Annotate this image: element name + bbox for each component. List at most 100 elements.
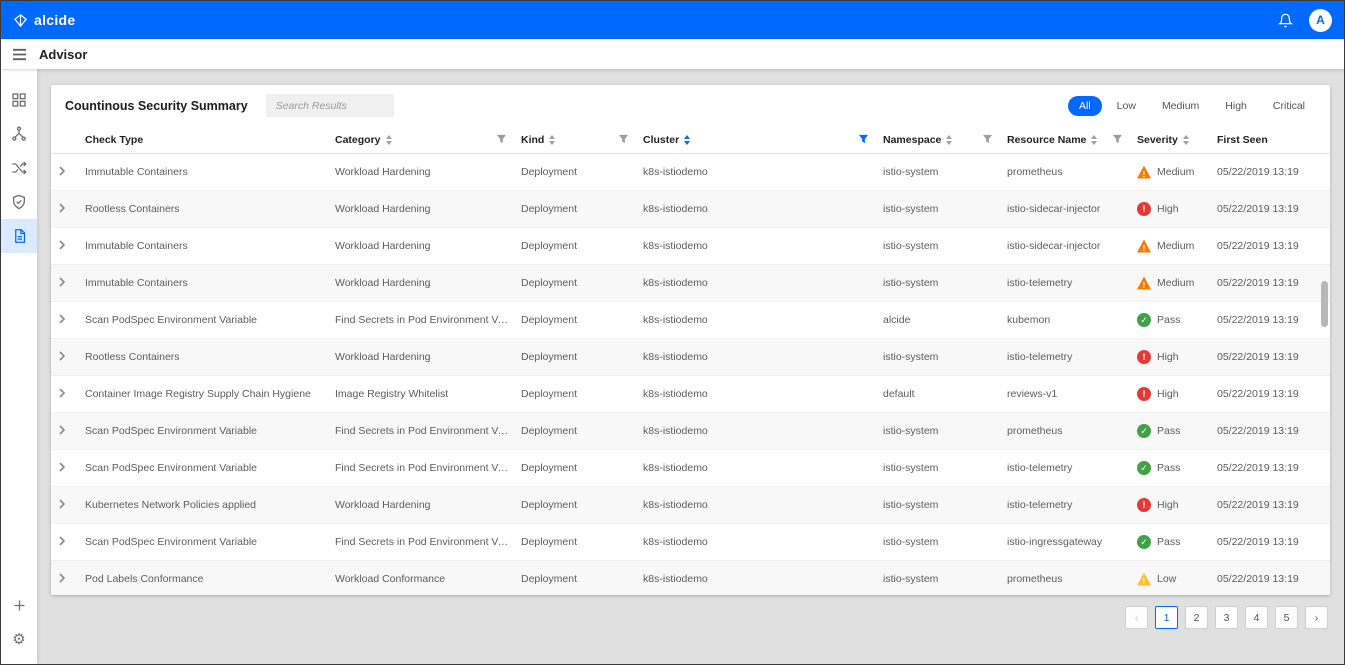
cell-kind: Deployment: [521, 388, 578, 400]
cell-severity: ✓ Pass: [1137, 313, 1217, 327]
security-summary-card: Countinous Security Summary AllLowMedium…: [51, 85, 1330, 595]
pagination-next-button[interactable]: ›: [1305, 606, 1328, 629]
table-row[interactable]: Pod Labels Conformance Workload Conforman…: [51, 561, 1330, 595]
cell-first-seen: 05/22/2019 13:19: [1217, 314, 1299, 326]
row-expander[interactable]: [51, 498, 85, 512]
pagination-page-1[interactable]: 1: [1155, 606, 1178, 629]
severity-label: Medium: [1157, 166, 1195, 178]
pagination: ‹ 1 2 3 4 5 ›: [51, 595, 1330, 629]
table-row[interactable]: Immutable Containers Workload Hardening De…: [51, 265, 1330, 302]
column-header-category[interactable]: Category: [335, 126, 521, 153]
sidebar-add-button[interactable]: [1, 588, 37, 622]
sidebar-item-policy[interactable]: [1, 185, 37, 219]
pagination-page-5[interactable]: 5: [1275, 606, 1298, 629]
sort-icon[interactable]: [549, 134, 556, 145]
column-header-cluster[interactable]: Cluster: [643, 126, 883, 153]
row-expander[interactable]: [51, 387, 85, 401]
cell-category: Find Secrets in Pod Environment Variable…: [335, 462, 521, 474]
sort-icon[interactable]: [1091, 134, 1098, 145]
table-row[interactable]: Rootless Containers Workload Hardening Dep…: [51, 339, 1330, 376]
table-row[interactable]: Scan PodSpec Environment Variable Find Se…: [51, 302, 1330, 339]
pagination-page-3[interactable]: 3: [1215, 606, 1238, 629]
cell-kind: Deployment: [521, 314, 578, 326]
card-header: Countinous Security Summary AllLowMedium…: [51, 85, 1330, 126]
hamburger-menu-icon[interactable]: [1, 48, 37, 61]
table-row[interactable]: Scan PodSpec Environment Variable Find Se…: [51, 450, 1330, 487]
cell-cluster: k8s-istiodemo: [643, 314, 708, 326]
filter-funnel-icon[interactable]: [858, 134, 869, 145]
sidebar-item-network[interactable]: [1, 117, 37, 151]
sidebar-item-flows[interactable]: [1, 151, 37, 185]
table-row[interactable]: Immutable Containers Workload Hardening De…: [51, 154, 1330, 191]
sort-icon[interactable]: [946, 134, 953, 145]
table-row[interactable]: Rootless Containers Workload Hardening Dep…: [51, 191, 1330, 228]
filter-funnel-icon[interactable]: [618, 134, 629, 145]
severity-medium-icon: !: [1137, 239, 1151, 253]
row-expander[interactable]: [51, 313, 85, 327]
cell-resource-name: istio-sidecar-injector: [1007, 203, 1101, 215]
row-expander[interactable]: [51, 202, 85, 216]
row-expander[interactable]: [51, 424, 85, 438]
filter-funnel-icon[interactable]: [982, 134, 993, 145]
sidebar-item-advisor[interactable]: [1, 219, 37, 253]
sort-icon[interactable]: [385, 134, 392, 145]
filter-pill-low[interactable]: Low: [1106, 96, 1147, 116]
row-expander[interactable]: [51, 350, 85, 364]
sidebar-item-dashboard[interactable]: [1, 83, 37, 117]
row-expander[interactable]: [51, 239, 85, 253]
cell-namespace: istio-system: [883, 536, 939, 548]
cell-check-type: Immutable Containers: [85, 240, 188, 252]
column-header-severity[interactable]: Severity: [1137, 126, 1217, 153]
filter-pill-high[interactable]: High: [1214, 96, 1258, 116]
cell-cluster: k8s-istiodemo: [643, 277, 708, 289]
cell-namespace: istio-system: [883, 573, 939, 585]
main-content: Countinous Security Summary AllLowMedium…: [37, 69, 1344, 664]
cell-severity: ! Low: [1137, 572, 1217, 586]
column-header-check-type[interactable]: Check Type: [85, 126, 335, 153]
brand[interactable]: alcide: [13, 12, 76, 28]
pagination-page-2[interactable]: 2: [1185, 606, 1208, 629]
table-row[interactable]: Scan PodSpec Environment Variable Find Se…: [51, 524, 1330, 561]
bell-icon[interactable]: [1278, 13, 1293, 28]
row-expander[interactable]: [51, 461, 85, 475]
sort-icon[interactable]: [684, 134, 691, 145]
search-input[interactable]: [265, 94, 394, 117]
column-header-namespace[interactable]: Namespace: [883, 126, 1007, 153]
row-expander[interactable]: [51, 276, 85, 290]
filter-pill-medium[interactable]: Medium: [1151, 96, 1210, 116]
row-expander[interactable]: [51, 165, 85, 179]
table-row[interactable]: Scan PodSpec Environment Variable Find Se…: [51, 413, 1330, 450]
cell-kind: Deployment: [521, 462, 578, 474]
table-row[interactable]: Kubernetes Network Policies applied Workl…: [51, 487, 1330, 524]
cell-severity: ! Medium: [1137, 276, 1217, 290]
pagination-prev-button[interactable]: ‹: [1125, 606, 1148, 629]
chevron-right-icon: [57, 498, 67, 512]
filter-pill-critical[interactable]: Critical: [1262, 96, 1316, 116]
cell-first-seen: 05/22/2019 13:19: [1217, 573, 1299, 585]
severity-label: Medium: [1157, 277, 1195, 289]
pagination-page-4[interactable]: 4: [1245, 606, 1268, 629]
sort-icon[interactable]: [1182, 134, 1189, 145]
table-row[interactable]: Container Image Registry Supply Chain Hy…: [51, 376, 1330, 413]
column-header-kind[interactable]: Kind: [521, 126, 643, 153]
filter-pill-all[interactable]: All: [1068, 95, 1102, 116]
filter-funnel-icon[interactable]: [1112, 134, 1123, 145]
cell-category: Workload Hardening: [335, 240, 431, 252]
cell-severity: ! High: [1137, 350, 1217, 364]
filter-funnel-icon[interactable]: [496, 134, 507, 145]
cell-namespace: istio-system: [883, 277, 939, 289]
cell-check-type: Scan PodSpec Environment Variable: [85, 462, 257, 474]
cell-namespace: alcide: [883, 314, 911, 326]
table-scrollbar-thumb[interactable]: [1321, 281, 1328, 327]
table-row[interactable]: Immutable Containers Workload Hardening De…: [51, 228, 1330, 265]
column-header-resource-name[interactable]: Resource Name: [1007, 126, 1137, 153]
sidebar-settings-button[interactable]: ⚙: [1, 622, 37, 656]
row-expander[interactable]: [51, 572, 85, 586]
cell-check-type: Container Image Registry Supply Chain Hy…: [85, 388, 311, 400]
row-expander[interactable]: [51, 535, 85, 549]
cell-first-seen: 05/22/2019 13:19: [1217, 277, 1299, 289]
column-header-first-seen[interactable]: First Seen: [1217, 126, 1330, 153]
user-avatar[interactable]: A: [1309, 8, 1332, 32]
table-scrollbar[interactable]: [1321, 151, 1328, 591]
cell-kind: Deployment: [521, 277, 578, 289]
